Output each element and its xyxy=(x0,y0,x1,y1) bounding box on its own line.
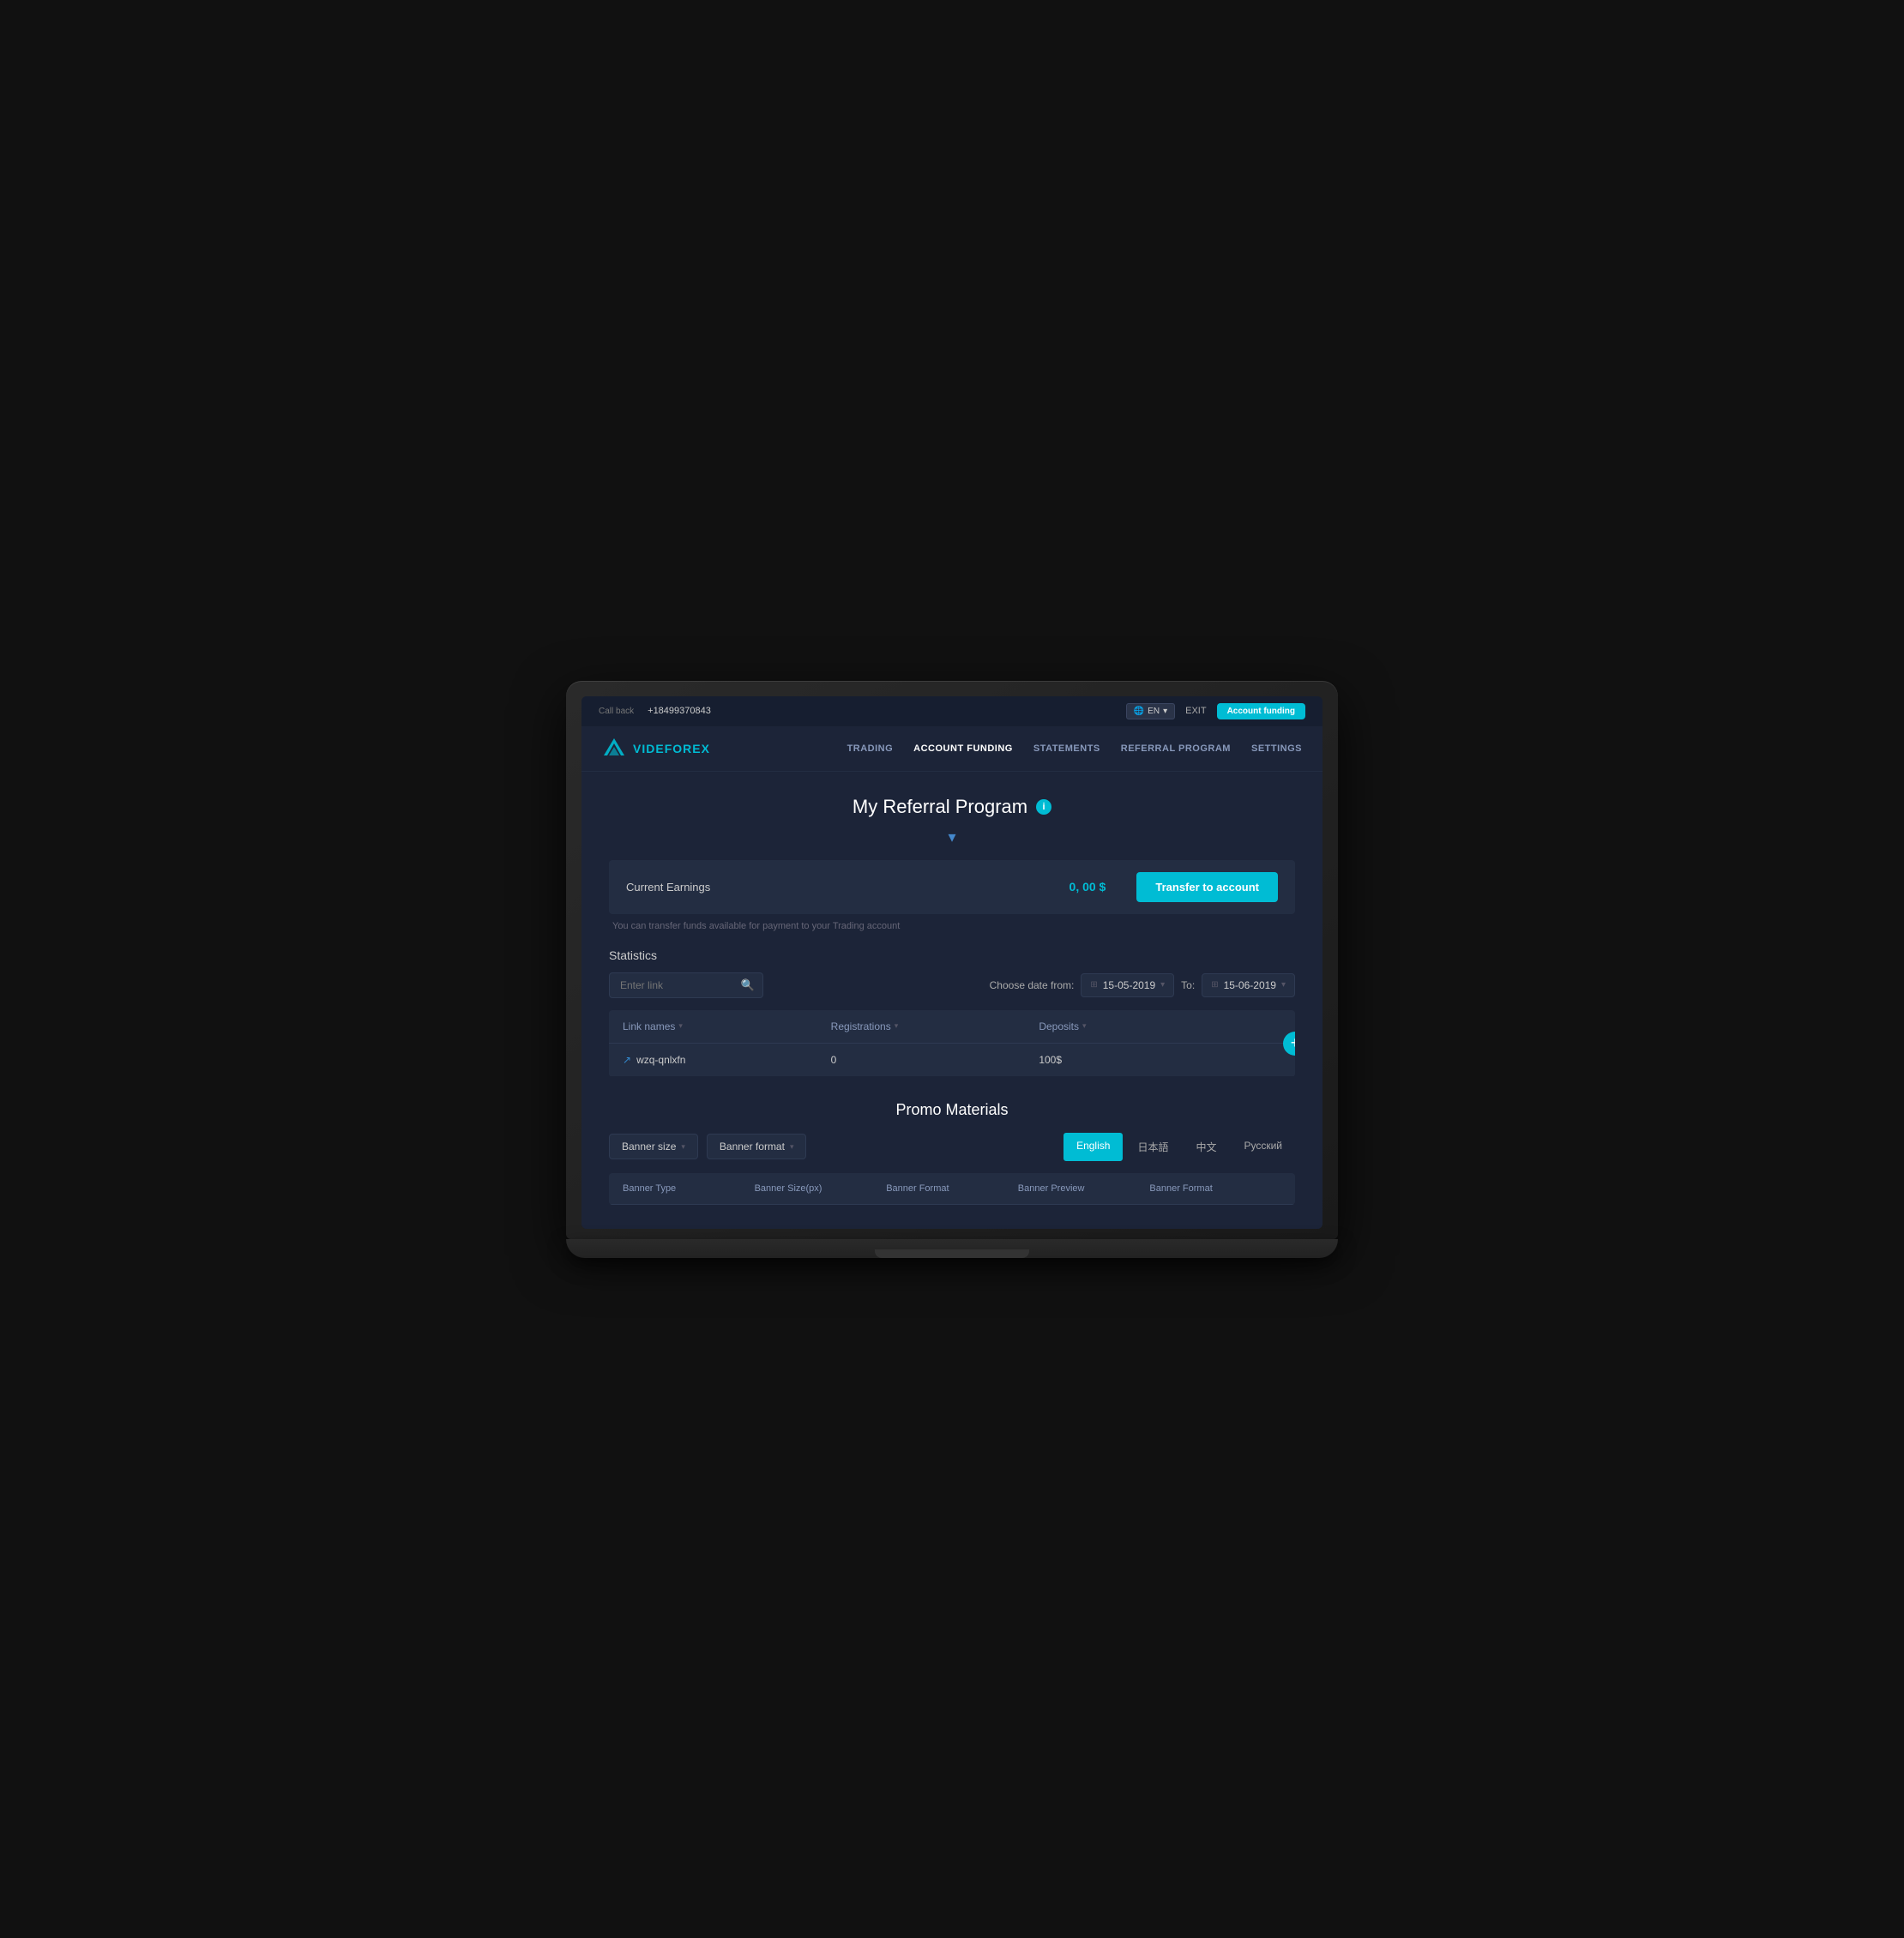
date-to-selector[interactable]: ⊞ 15-06-2019 ▾ xyxy=(1202,973,1295,997)
lang-tab-english[interactable]: English xyxy=(1063,1133,1123,1161)
stats-table: Link names ▾ Registrations ▾ Deposits ▾ xyxy=(609,1010,1295,1077)
date-from-arrow-icon: ▾ xyxy=(1160,980,1165,990)
logo-text-part2: FOREX xyxy=(665,742,710,755)
promo-filters: Banner size ▾ Banner format ▾ English xyxy=(609,1133,1295,1161)
logo: VIDEFOREX xyxy=(602,737,710,761)
page-title-row: My Referral Program i xyxy=(609,796,1295,818)
banner-table: Banner Type Banner Size(px) Banner Forma… xyxy=(609,1173,1295,1205)
earnings-bar: Current Earnings 0, 00 $ Transfer to acc… xyxy=(609,860,1295,914)
earnings-right: 0, 00 $ Transfer to account xyxy=(1069,872,1278,902)
banner-col-format2: Banner Format xyxy=(1149,1183,1281,1194)
laptop-base xyxy=(566,1239,1338,1258)
statistics-section-title: Statistics xyxy=(609,948,1295,962)
nav-statements[interactable]: STATEMENTS xyxy=(1033,743,1100,754)
laptop-wrapper: Call back +18499370843 🌐 EN ▾ EXIT Accou… xyxy=(566,681,1338,1258)
top-bar-left: Call back +18499370843 xyxy=(599,706,711,716)
banner-col-preview: Banner Preview xyxy=(1018,1183,1150,1194)
search-input-wrap: 🔍 xyxy=(609,972,763,998)
link-name: wzq-qnlxfn xyxy=(636,1054,685,1066)
banner-col-type: Banner Type xyxy=(623,1183,755,1194)
laptop-screen: Call back +18499370843 🌐 EN ▾ EXIT Accou… xyxy=(581,696,1323,1229)
banner-format-dropdown[interactable]: Banner format ▾ xyxy=(707,1134,807,1159)
date-from-label: Choose date from: xyxy=(990,979,1075,991)
nav-referral-program[interactable]: REFERRAL PROGRAM xyxy=(1121,743,1231,754)
page-title: My Referral Program xyxy=(853,796,1027,818)
date-to-arrow-icon: ▾ xyxy=(1281,980,1286,990)
dropdown-arrow-icon: ▾ xyxy=(609,828,1295,846)
exit-button[interactable]: EXIT xyxy=(1185,706,1206,716)
calendar-icon: ⊞ xyxy=(1090,980,1097,990)
logo-text-part1: VIDE xyxy=(633,742,665,755)
table-header: Link names ▾ Registrations ▾ Deposits ▾ xyxy=(609,1010,1295,1044)
banner-size-caret-icon: ▾ xyxy=(681,1142,685,1152)
lang-tab-japanese[interactable]: 日本語 xyxy=(1124,1133,1181,1161)
logo-icon xyxy=(602,737,626,761)
main-content: My Referral Program i ▾ Current Earnings… xyxy=(581,772,1323,1229)
earnings-label: Current Earnings xyxy=(626,881,710,894)
date-to-value: 15-06-2019 xyxy=(1224,979,1276,991)
info-icon[interactable]: i xyxy=(1036,799,1051,815)
nav-trading[interactable]: TRADING xyxy=(847,743,894,754)
lang-icon: 🌐 xyxy=(1134,707,1144,716)
col-registrations: Registrations ▾ xyxy=(831,1020,1039,1032)
col-deposits: Deposits ▾ xyxy=(1039,1020,1247,1032)
lang-tabs: English 日本語 中文 Русский xyxy=(1063,1133,1295,1161)
promo-materials-title: Promo Materials xyxy=(609,1101,1295,1119)
banner-size-label: Banner size xyxy=(622,1141,676,1153)
date-to-label: To: xyxy=(1181,979,1195,991)
nav-links: TRADING ACCOUNT FUNDING STATEMENTS REFER… xyxy=(847,743,1302,754)
banner-format-label: Banner format xyxy=(720,1141,785,1153)
link-arrow-icon: ↗ xyxy=(623,1054,631,1066)
sort-link-icon[interactable]: ▾ xyxy=(678,1021,683,1031)
lang-caret-icon: ▾ xyxy=(1163,707,1167,716)
logo-text: VIDEFOREX xyxy=(633,742,710,755)
col-actions xyxy=(1247,1020,1281,1032)
phone-number: +18499370843 xyxy=(648,706,711,716)
cell-deposits: 100$ xyxy=(1039,1054,1247,1066)
earnings-amount: 0, 00 $ xyxy=(1069,880,1106,894)
promo-dropdowns: Banner size ▾ Banner format ▾ xyxy=(609,1134,806,1159)
table-row: ↗ wzq-qnlxfn 0 100$ xyxy=(609,1044,1295,1077)
date-from-selector[interactable]: ⊞ 15-05-2019 ▾ xyxy=(1081,973,1174,997)
cell-row-action xyxy=(1247,1054,1281,1066)
cell-registrations: 0 xyxy=(831,1054,1039,1066)
lang-selector[interactable]: 🌐 EN ▾ xyxy=(1126,703,1175,719)
lang-tab-chinese[interactable]: 中文 xyxy=(1183,1133,1229,1161)
nav-account-funding[interactable]: ACCOUNT FUNDING xyxy=(913,743,1013,754)
date-filter: Choose date from: ⊞ 15-05-2019 ▾ To: ⊞ 1… xyxy=(990,973,1295,997)
sort-deposits-icon[interactable]: ▾ xyxy=(1082,1021,1087,1031)
navbar: VIDEFOREX TRADING ACCOUNT FUNDING STATEM… xyxy=(581,726,1323,772)
laptop-bezel: Call back +18499370843 🌐 EN ▾ EXIT Accou… xyxy=(566,681,1338,1239)
top-bar-right: 🌐 EN ▾ EXIT Account funding xyxy=(1126,703,1305,719)
banner-col-size: Banner Size(px) xyxy=(755,1183,887,1194)
callback-label: Call back xyxy=(599,707,634,716)
col-link-names: Link names ▾ xyxy=(623,1020,831,1032)
stats-filters: 🔍 Choose date from: ⊞ 15-05-2019 ▾ To: ⊞… xyxy=(609,972,1295,998)
transfer-note: You can transfer funds available for pay… xyxy=(609,921,1295,931)
banner-col-format: Banner Format xyxy=(886,1183,1018,1194)
top-bar: Call back +18499370843 🌐 EN ▾ EXIT Accou… xyxy=(581,696,1323,726)
lang-label: EN xyxy=(1148,707,1160,716)
account-funding-button[interactable]: Account funding xyxy=(1217,703,1305,719)
search-icon: 🔍 xyxy=(741,978,755,992)
cell-link: ↗ wzq-qnlxfn xyxy=(623,1054,831,1066)
transfer-to-account-button[interactable]: Transfer to account xyxy=(1136,872,1278,902)
banner-table-header: Banner Type Banner Size(px) Banner Forma… xyxy=(609,1173,1295,1205)
banner-size-dropdown[interactable]: Banner size ▾ xyxy=(609,1134,698,1159)
date-from-value: 15-05-2019 xyxy=(1103,979,1155,991)
lang-tab-russian[interactable]: Русский xyxy=(1231,1133,1295,1161)
sort-registrations-icon[interactable]: ▾ xyxy=(895,1021,899,1031)
calendar-to-icon: ⊞ xyxy=(1211,980,1218,990)
banner-format-caret-icon: ▾ xyxy=(790,1142,794,1152)
nav-settings[interactable]: SETTINGS xyxy=(1251,743,1302,754)
